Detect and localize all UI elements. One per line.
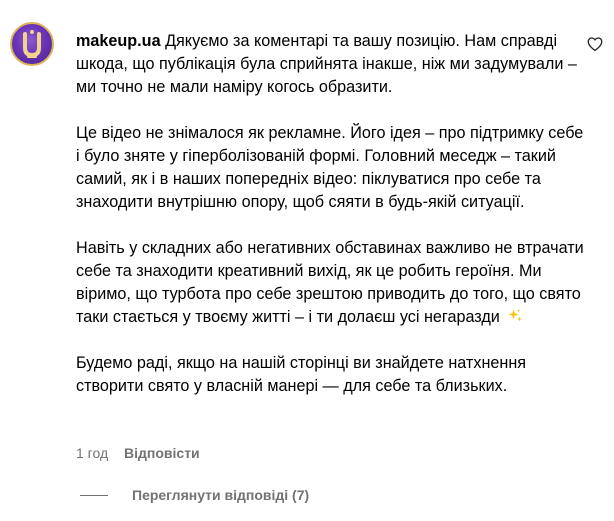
- username-link[interactable]: makeup.ua: [76, 32, 161, 50]
- comment-timestamp: 1 год: [76, 445, 109, 461]
- brand-logo-icon: [23, 30, 41, 58]
- comment: makeup.ua Дякуємо за коментарі та вашу п…: [0, 0, 614, 521]
- view-replies-label: Переглянути відповіді (7): [132, 487, 310, 503]
- comment-paragraph-1: makeup.ua Дякуємо за коментарі та вашу п…: [76, 30, 586, 99]
- replies-divider-line: [80, 494, 108, 496]
- heart-outline-icon[interactable]: [586, 35, 604, 53]
- comment-meta: 1 год Відповісти: [76, 444, 200, 462]
- reply-button[interactable]: Відповісти: [124, 445, 200, 461]
- avatar[interactable]: [10, 22, 54, 66]
- comment-paragraph-2: Це відео не знімалося як рекламне. Його …: [76, 124, 584, 211]
- sparkles-icon: [508, 309, 523, 322]
- comment-paragraph-4: Будемо раді, якщо на нашій сторінці ви з…: [76, 354, 527, 395]
- comment-paragraph-3: Навіть у складних або негативних обстави…: [76, 237, 586, 329]
- view-replies-button[interactable]: Переглянути відповіді (7): [80, 486, 309, 504]
- comment-body: makeup.ua Дякуємо за коментарі та вашу п…: [76, 30, 586, 398]
